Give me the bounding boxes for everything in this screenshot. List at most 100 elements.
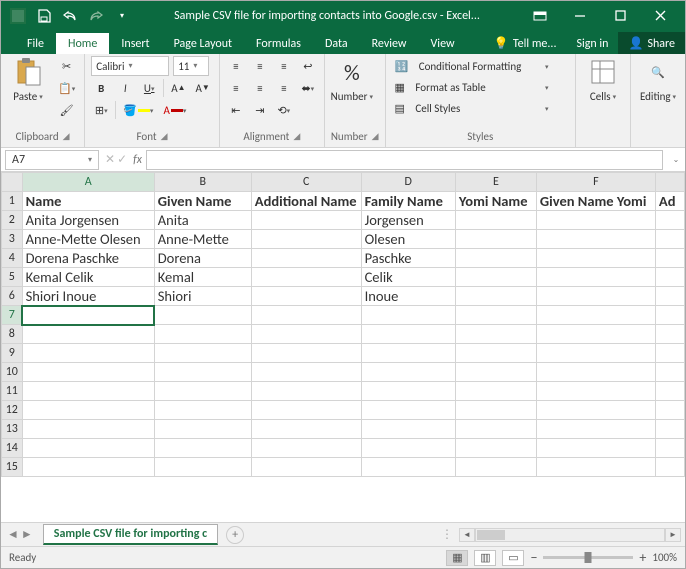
cell[interactable] — [655, 306, 684, 325]
cell[interactable] — [22, 458, 154, 477]
number-launcher-icon[interactable]: ◢ — [372, 131, 379, 142]
cell[interactable]: Additional Name — [251, 192, 361, 211]
cell[interactable] — [655, 287, 684, 306]
align-right-button[interactable]: ≡ — [274, 78, 294, 98]
qat-customize-icon[interactable]: ▾ — [111, 5, 133, 27]
cell[interactable]: Anita — [154, 211, 251, 230]
cell[interactable] — [455, 287, 536, 306]
cell[interactable] — [22, 420, 154, 439]
sheet-nav-next-icon[interactable]: ► — [21, 527, 33, 542]
cell[interactable] — [361, 363, 455, 382]
normal-view-button[interactable]: ▦ — [446, 550, 468, 566]
cell[interactable] — [536, 230, 655, 249]
col-header[interactable] — [655, 173, 684, 192]
cell[interactable]: Family Name — [361, 192, 455, 211]
cell[interactable] — [536, 268, 655, 287]
col-header[interactable]: B — [154, 173, 251, 192]
row-header[interactable]: 4 — [2, 249, 23, 268]
cell[interactable]: Ad — [655, 192, 684, 211]
cell[interactable] — [251, 382, 361, 401]
shrink-font-button[interactable]: A▼ — [193, 78, 213, 98]
font-color-button[interactable]: A▾ — [160, 100, 189, 120]
cell[interactable] — [455, 382, 536, 401]
row-header[interactable]: 15 — [2, 458, 23, 477]
copy-button[interactable]: 📋▾ — [55, 78, 78, 98]
zoom-in-button[interactable]: + — [639, 549, 646, 566]
row-header[interactable]: 10 — [2, 363, 23, 382]
row-header[interactable]: 9 — [2, 344, 23, 363]
cell[interactable] — [536, 439, 655, 458]
maximize-icon[interactable] — [601, 5, 639, 27]
cell[interactable]: Jorgensen — [361, 211, 455, 230]
close-icon[interactable] — [641, 5, 679, 27]
cell[interactable]: Dorena — [154, 249, 251, 268]
cell[interactable] — [655, 401, 684, 420]
cells-button[interactable]: Cells▾ — [582, 56, 624, 103]
save-icon[interactable] — [33, 5, 55, 27]
font-size-combo[interactable]: 11▾ — [173, 56, 209, 76]
cell[interactable]: Shiori Inoue — [22, 287, 154, 306]
cell[interactable] — [361, 458, 455, 477]
minimize-icon[interactable] — [561, 5, 599, 27]
row-header[interactable]: 8 — [2, 325, 23, 344]
cell[interactable] — [361, 382, 455, 401]
cell[interactable] — [361, 306, 455, 325]
cell[interactable] — [154, 325, 251, 344]
cell[interactable] — [455, 211, 536, 230]
tab-page-layout[interactable]: Page Layout — [162, 33, 244, 54]
cell[interactable] — [655, 325, 684, 344]
align-top-button[interactable]: ≡ — [226, 56, 246, 76]
font-launcher-icon[interactable]: ◢ — [161, 131, 168, 142]
cell[interactable] — [251, 268, 361, 287]
cell[interactable] — [536, 382, 655, 401]
cell[interactable] — [154, 306, 251, 325]
cell[interactable] — [536, 420, 655, 439]
editing-button[interactable]: 🔍 Editing▾ — [637, 56, 679, 103]
align-left-button[interactable]: ≡ — [226, 78, 246, 98]
align-middle-button[interactable]: ≡ — [250, 56, 270, 76]
cell[interactable] — [455, 439, 536, 458]
cell[interactable]: Anne-Mette — [154, 230, 251, 249]
cell[interactable] — [251, 420, 361, 439]
cell[interactable] — [455, 268, 536, 287]
tab-insert[interactable]: Insert — [109, 33, 161, 54]
cell[interactable] — [536, 287, 655, 306]
cell[interactable]: Given Name Yomi — [536, 192, 655, 211]
ribbon-options-icon[interactable] — [521, 5, 559, 27]
cell[interactable]: Dorena Paschke — [22, 249, 154, 268]
cell[interactable] — [22, 382, 154, 401]
wrap-text-button[interactable]: ↩ — [298, 56, 318, 76]
cell[interactable] — [154, 458, 251, 477]
row-header[interactable]: 3 — [2, 230, 23, 249]
tab-view[interactable]: View — [419, 33, 467, 54]
zoom-slider[interactable] — [543, 556, 633, 559]
alignment-launcher-icon[interactable]: ◢ — [293, 131, 300, 142]
fill-color-button[interactable]: 🪣▾ — [120, 100, 156, 120]
tell-me[interactable]: 💡Tell me... — [484, 32, 567, 54]
row-header[interactable]: 14 — [2, 439, 23, 458]
cell[interactable] — [655, 382, 684, 401]
format-as-table-button[interactable]: ▦ Format as Table▾ — [392, 77, 552, 97]
cell[interactable] — [154, 439, 251, 458]
align-bottom-button[interactable]: ≡ — [274, 56, 294, 76]
tab-home[interactable]: Home — [56, 33, 109, 54]
row-header[interactable]: 6 — [2, 287, 23, 306]
cell[interactable] — [22, 401, 154, 420]
cell[interactable]: Given Name — [154, 192, 251, 211]
row-header[interactable]: 1 — [2, 192, 23, 211]
cell[interactable]: Kemal — [154, 268, 251, 287]
scroll-left-button[interactable]: ◄ — [459, 528, 475, 542]
cell[interactable] — [655, 249, 684, 268]
format-painter-button[interactable]: 🖌 — [55, 100, 78, 120]
cell[interactable] — [361, 401, 455, 420]
cell[interactable] — [251, 401, 361, 420]
zoom-out-button[interactable]: − — [530, 549, 537, 566]
cell[interactable] — [536, 363, 655, 382]
cell[interactable] — [251, 439, 361, 458]
orientation-button[interactable]: ⟲▾ — [274, 100, 294, 120]
clipboard-launcher-icon[interactable]: ◢ — [63, 131, 70, 142]
cell[interactable] — [455, 230, 536, 249]
decrease-indent-button[interactable]: ⇤ — [226, 100, 246, 120]
tab-review[interactable]: Review — [360, 33, 419, 54]
cell[interactable]: Yomi Name — [455, 192, 536, 211]
